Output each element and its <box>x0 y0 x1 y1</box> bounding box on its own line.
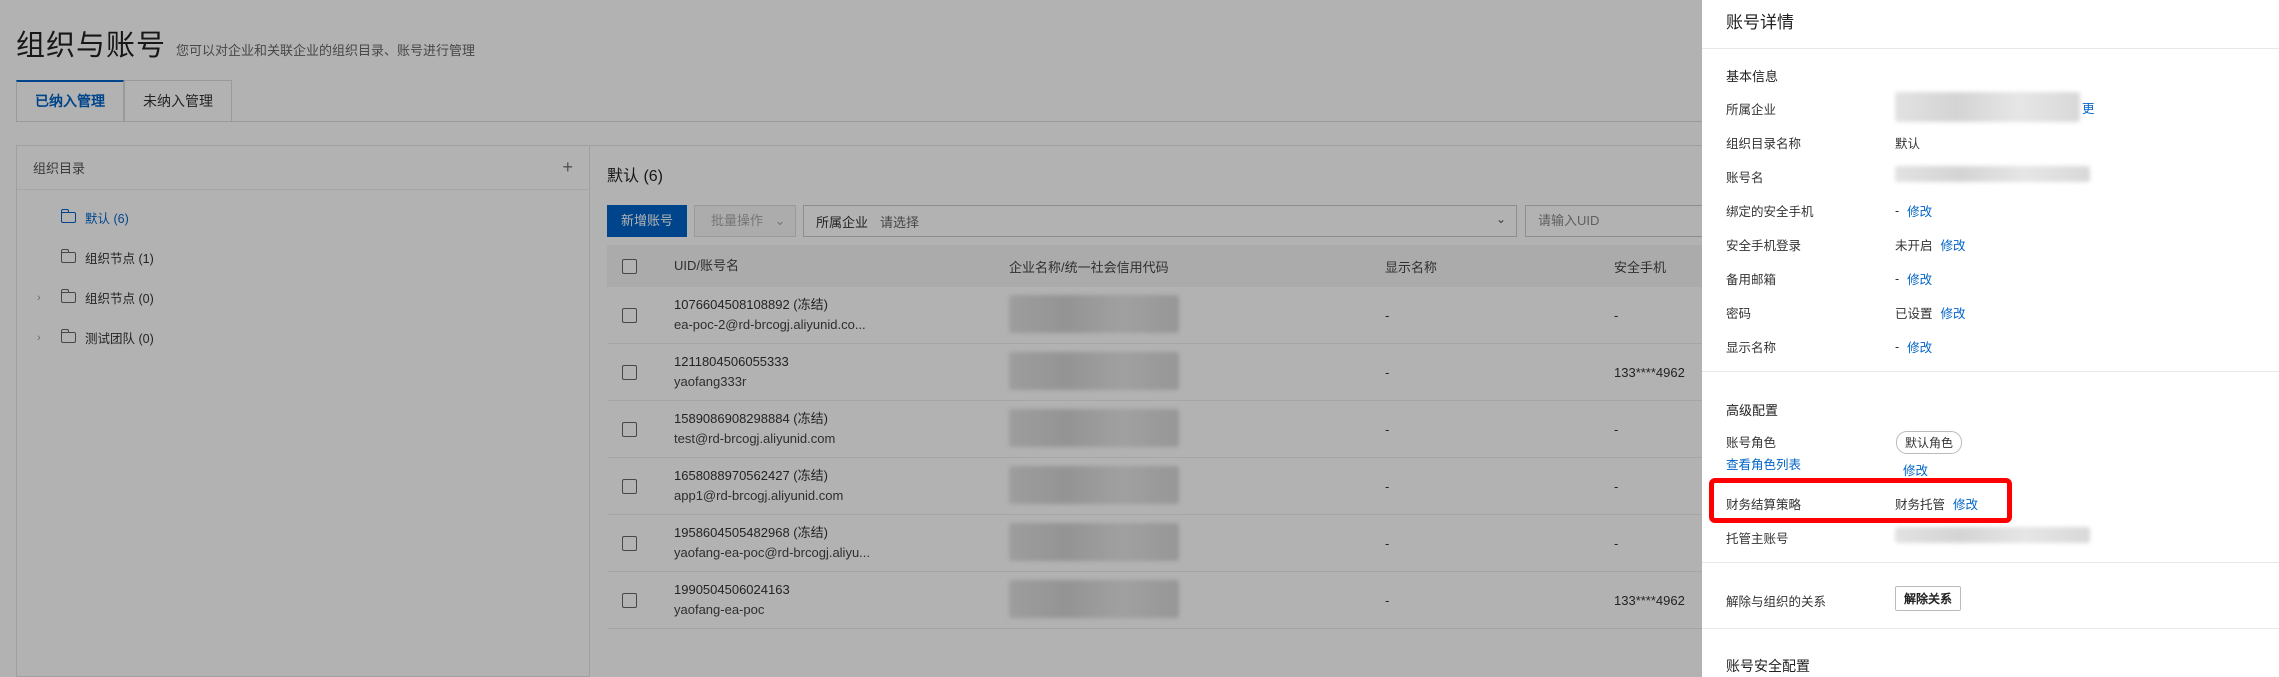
display-name-value: - 修改 <box>1895 337 1932 356</box>
enterprise-value: 更 <box>1895 92 2095 122</box>
display-name-label: 显示名称 <box>1726 341 1777 355</box>
directory-name-label: 组织目录名称 <box>1726 137 1802 151</box>
security-phone-text: - <box>1895 203 1900 218</box>
redacted-account-name <box>1895 166 2090 182</box>
backup-email-label: 备用邮箱 <box>1726 273 1777 287</box>
security-phone-label: 绑定的安全手机 <box>1726 205 1814 219</box>
unlink-org-label: 解除与组织的关系 <box>1726 595 1827 609</box>
divider <box>1702 562 2279 563</box>
section-basic-info: 基本信息 <box>1726 69 1779 84</box>
redacted-enterprise <box>1895 92 2080 122</box>
backup-email-value: - 修改 <box>1895 269 1932 288</box>
host-account-label: 托管主账号 <box>1726 532 1789 546</box>
section-security-config: 账号安全配置 <box>1726 658 1810 674</box>
unlink-button[interactable]: 解除关系 <box>1895 586 1962 611</box>
redacted-host-account <box>1895 527 2090 543</box>
account-name-label: 账号名 <box>1726 171 1764 185</box>
modal-backdrop[interactable] <box>0 0 1702 677</box>
host-account-value <box>1895 527 2090 543</box>
account-detail-drawer: 账号详情 基本信息 所属企业 更 组织目录名称 默认 账号名 绑定的安全手机 -… <box>1702 0 2279 677</box>
phone-login-label: 安全手机登录 <box>1726 239 1802 253</box>
divider <box>1702 48 2279 49</box>
phone-login-value: 未开启 修改 <box>1895 235 1966 254</box>
modify-role-link[interactable]: 修改 <box>1903 460 1928 479</box>
display-name-text: - <box>1895 339 1900 354</box>
view-role-list-link[interactable]: 查看角色列表 <box>1726 454 1801 473</box>
modify-phone-link[interactable]: 修改 <box>1907 201 1932 220</box>
password-value: 已设置 修改 <box>1895 303 1966 322</box>
drawer-title: 账号详情 <box>1726 13 1794 32</box>
enterprise-label: 所属企业 <box>1726 103 1777 117</box>
modify-email-link[interactable]: 修改 <box>1907 269 1932 288</box>
password-text: 已设置 <box>1895 307 1933 321</box>
section-advanced-config: 高级配置 <box>1726 403 1779 418</box>
highlight-box <box>1709 478 2012 523</box>
backup-email-text: - <box>1895 271 1900 286</box>
security-phone-value: - 修改 <box>1895 201 1932 220</box>
default-role-tag: 默认角色 <box>1896 431 1963 454</box>
modify-phone-login-link[interactable]: 修改 <box>1941 235 1966 254</box>
password-label: 密码 <box>1726 307 1752 321</box>
account-role-value: 默认角色 <box>1896 431 1963 454</box>
directory-name-value: 默认 <box>1895 137 1921 151</box>
divider <box>1702 371 2279 372</box>
account-name-value <box>1895 166 2090 182</box>
account-role-label: 账号角色 <box>1726 436 1777 450</box>
modify-display-name-link[interactable]: 修改 <box>1907 337 1932 356</box>
unlink-org-value: 解除关系 <box>1895 586 1962 611</box>
phone-login-text: 未开启 <box>1895 239 1933 253</box>
modify-password-link[interactable]: 修改 <box>1941 303 1966 322</box>
divider <box>1702 628 2279 629</box>
enterprise-more-link[interactable]: 更 <box>2082 98 2095 117</box>
role-modify: 修改 <box>1903 460 1928 479</box>
